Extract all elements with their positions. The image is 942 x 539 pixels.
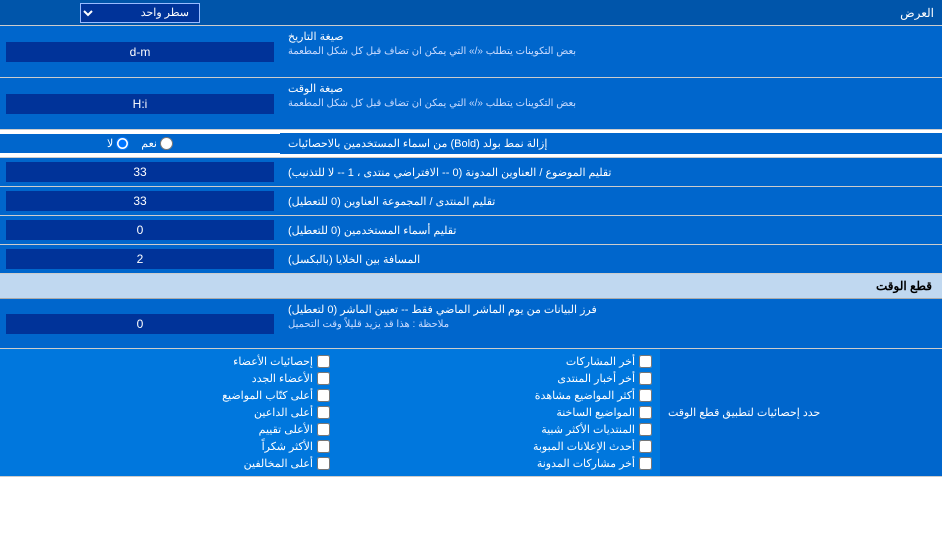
cb-top-rated-item: الأعلى تقييم — [259, 423, 330, 436]
date-format-row: صيغة التاريخ بعض التكوينات يتطلب «/» الت… — [0, 26, 942, 78]
checkbox-column-2: إحصائيات الأعضاء الأعضاء الجدد أعلى كتّا… — [8, 355, 330, 470]
display-select-area[interactable]: سطر واحدسطرانثلاثة أسطر — [0, 1, 280, 25]
checkboxes-area: أخر المشاركات أخر أخبار المنتدى أكثر الم… — [0, 349, 660, 476]
date-format-input[interactable] — [6, 42, 274, 62]
cb-most-thanks[interactable] — [317, 440, 330, 453]
section-label: العرض — [280, 2, 942, 24]
cb-similar-forums[interactable] — [639, 423, 652, 436]
cb-old-topics[interactable] — [639, 406, 652, 419]
checkboxes-limit-label: حدد إحصائيات لتطبيق قطع الوقت — [660, 349, 942, 476]
bold-remove-label: إزالة نمط بولد (Bold) من اسماء المستخدمي… — [280, 133, 942, 154]
cb-most-viewed[interactable] — [639, 389, 652, 402]
radio-no[interactable] — [116, 137, 129, 150]
cb-old-topics-item: المواضيع الساخنة — [556, 406, 652, 419]
cb-posts-item: أخر المشاركات — [566, 355, 652, 368]
topic-titles-input-area — [0, 158, 280, 186]
cutoff-days-row: فرز البيانات من يوم الماشر الماضي فقط --… — [0, 299, 942, 349]
user-names-label: تقليم أسماء المستخدمين (0 للتعطيل) — [280, 216, 942, 244]
time-format-input[interactable] — [6, 94, 274, 114]
radio-yes-label[interactable]: نعم — [141, 137, 173, 150]
time-format-row: صيغة الوقت بعض التكوينات يتطلب «/» التي … — [0, 78, 942, 130]
cb-forum-news-item: أخر أخبار المنتدى — [557, 372, 652, 385]
cb-members-stats[interactable] — [317, 355, 330, 368]
cb-new-members[interactable] — [317, 372, 330, 385]
date-format-label: صيغة التاريخ بعض التكوينات يتطلب «/» الت… — [280, 26, 942, 77]
bold-remove-row: إزالة نمط بولد (Bold) من اسماء المستخدمي… — [0, 130, 942, 158]
cb-last-ads[interactable] — [639, 440, 652, 453]
time-format-input-area — [0, 78, 280, 129]
user-names-row: تقليم أسماء المستخدمين (0 للتعطيل) — [0, 216, 942, 245]
cb-last-noted[interactable] — [639, 457, 652, 470]
forum-titles-input-area — [0, 187, 280, 215]
cell-space-input[interactable] — [6, 249, 274, 269]
topic-titles-input[interactable] — [6, 162, 274, 182]
user-names-input[interactable] — [6, 220, 274, 240]
cb-new-members-item: الأعضاء الجدد — [252, 372, 330, 385]
main-container: العرض سطر واحدسطرانثلاثة أسطر صيغة التار… — [0, 0, 942, 477]
header-row: العرض سطر واحدسطرانثلاثة أسطر — [0, 0, 942, 26]
cutoff-days-input[interactable] — [6, 314, 274, 334]
cb-last-noted-item: أخر مشاركات المدونة — [537, 457, 652, 470]
checkbox-column-1: أخر المشاركات أخر أخبار المنتدى أكثر الم… — [330, 355, 652, 470]
cb-last-ads-item: أحدث الإعلانات المبوبة — [533, 440, 652, 453]
cb-top-rated[interactable] — [317, 423, 330, 436]
forum-titles-label: تقليم المنتدى / المجموعة العناوين (0 للت… — [280, 187, 942, 215]
cutoff-section-header: قطع الوقت — [0, 274, 942, 299]
display-select[interactable]: سطر واحدسطرانثلاثة أسطر — [80, 3, 200, 23]
cutoff-days-label: فرز البيانات من يوم الماشر الماضي فقط --… — [280, 299, 942, 348]
cb-top-mods-item: أعلى المخالفين — [244, 457, 330, 470]
radio-yes[interactable] — [160, 137, 173, 150]
cb-most-viewed-item: أكثر المواضيع مشاهدة — [535, 389, 652, 402]
cb-most-thanks-item: الأكثر شكراً — [262, 440, 330, 453]
topic-titles-label: تقليم الموضوع / العناوين المدونة (0 -- ا… — [280, 158, 942, 186]
cb-similar-forums-item: المنتديات الأكثر شبية — [541, 423, 652, 436]
cb-members-stats-item: إحصائيات الأعضاء — [233, 355, 330, 368]
radio-no-label[interactable]: لا — [107, 137, 129, 150]
cb-top-posters[interactable] — [317, 389, 330, 402]
bold-remove-radios: نعم لا — [0, 134, 280, 153]
cb-posts[interactable] — [639, 355, 652, 368]
checkboxes-section: حدد إحصائيات لتطبيق قطع الوقت أخر المشار… — [0, 349, 942, 477]
cell-space-label: المسافة بين الخلايا (بالبكسل) — [280, 245, 942, 273]
forum-titles-row: تقليم المنتدى / المجموعة العناوين (0 للت… — [0, 187, 942, 216]
cb-forum-news[interactable] — [639, 372, 652, 385]
cb-top-mods[interactable] — [317, 457, 330, 470]
cb-top-callers[interactable] — [317, 406, 330, 419]
cell-space-input-area — [0, 245, 280, 273]
time-format-label: صيغة الوقت بعض التكوينات يتطلب «/» التي … — [280, 78, 942, 129]
user-names-input-area — [0, 216, 280, 244]
cb-top-callers-item: أعلى الداعين — [254, 406, 330, 419]
cb-top-posters-item: أعلى كتّاب المواضيع — [222, 389, 330, 402]
forum-titles-input[interactable] — [6, 191, 274, 211]
cutoff-days-input-area — [0, 299, 280, 348]
topic-titles-row: تقليم الموضوع / العناوين المدونة (0 -- ا… — [0, 158, 942, 187]
cell-space-row: المسافة بين الخلايا (بالبكسل) — [0, 245, 942, 274]
date-format-input-area — [0, 26, 280, 77]
